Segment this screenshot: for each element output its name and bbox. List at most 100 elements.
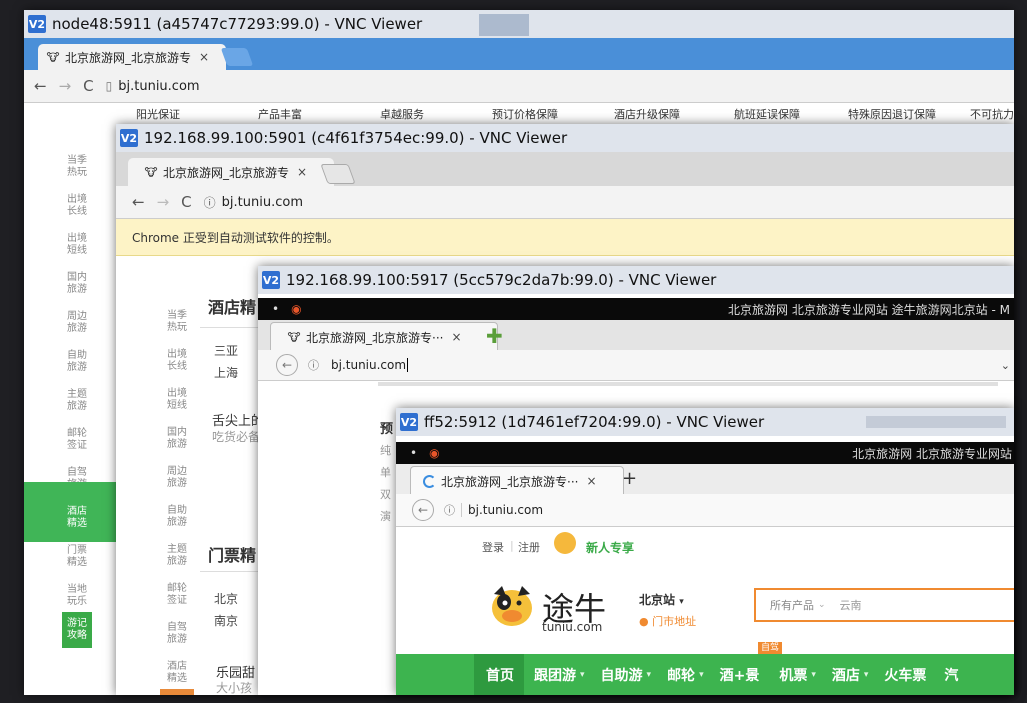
search-input[interactable]: 云南 (840, 597, 862, 613)
sidebar-item[interactable]: 自驾 旅游 (164, 622, 190, 646)
search-box[interactable]: 所有产品 ⌄ 云南 (754, 588, 1014, 622)
new-user-mascot-icon (554, 532, 576, 554)
sidebar-item[interactable]: 主题 旅游 (64, 389, 90, 413)
sidebar-item[interactable]: 出境 短线 (164, 388, 190, 412)
chevron-down-icon: ▾ (811, 669, 816, 680)
page-icon: ▯ (105, 79, 113, 93)
sidebar-item[interactable]: 国内 旅游 (164, 427, 190, 451)
city-link[interactable]: 上海 (214, 364, 238, 381)
sidebar-item[interactable]: 邮轮 签证 (164, 583, 190, 607)
vnc-title-text: 192.168.99.100:5901 (c4f61f3754ec:99.0) … (144, 129, 568, 147)
login-link[interactable]: 登录 (482, 539, 504, 555)
service-item: 特殊原因退订保障 (848, 108, 936, 121)
self-drive-badge: 自驾 (758, 642, 783, 654)
sidebar-item[interactable]: 出境 短线 (64, 233, 90, 257)
register-link[interactable]: 注册 (518, 539, 540, 555)
vnc-title-bar[interactable]: V2 192.168.99.100:5901 (c4f61f3754ec:99.… (116, 124, 1014, 160)
city-link[interactable]: 三亚 (214, 342, 238, 359)
nav-item-hotels[interactable]: 酒店 (832, 665, 860, 685)
toolbar: ← → C ▯ bj.tuniu.com (24, 70, 1014, 103)
sidebar-item[interactable]: 自助 旅游 (164, 505, 190, 529)
browser-tab[interactable]: 🐮 北京旅游网_北京旅游专 × (38, 44, 226, 70)
content-char: 双 (380, 488, 391, 501)
content-char: 预 (380, 422, 394, 437)
tab-title: 北京旅游网_北京旅游专··· (306, 330, 444, 345)
forward-icon[interactable]: → (157, 193, 170, 211)
sidebar-item[interactable]: 自助 旅游 (64, 350, 90, 374)
new-tab-plus-icon[interactable]: ✚ (486, 324, 503, 348)
vnc-title-bar[interactable]: V2 192.168.99.100:5917 (5cc579c2da7b:99.… (258, 266, 1014, 294)
nav-item-hotel-scenic[interactable]: 酒+景 (720, 665, 760, 685)
nav-item-cruise[interactable]: 邮轮 (667, 665, 695, 685)
firefox-icon: ◉ (291, 302, 302, 316)
back-icon[interactable]: ← (132, 193, 145, 211)
menu-dot-icon[interactable]: • (410, 446, 417, 460)
reload-icon[interactable]: C (181, 193, 191, 211)
sidebar-item-guide[interactable]: 游记 攻略 (64, 618, 90, 642)
tab-close-icon[interactable]: × (199, 50, 209, 64)
vnc-title-bar[interactable]: V2 ff52:5912 (1d7461ef7204:99.0) - VNC V… (396, 408, 1014, 436)
vnc-title-bar[interactable]: V2 node48:5911 (a45747c77293:99.0) - VNC… (24, 10, 1014, 47)
page-divider (200, 327, 260, 328)
address-bar[interactable]: bj.tuniu.com (468, 503, 543, 517)
address-bar[interactable]: bj.tuniu.com (118, 79, 199, 94)
info-icon: ⓘ (308, 359, 319, 372)
sidebar-item[interactable]: 主题 旅游 (164, 544, 190, 568)
vnc-title-text: 192.168.99.100:5917 (5cc579c2da7b:99.0) … (286, 271, 717, 289)
sidebar-item[interactable]: 酒店 精选 (164, 661, 190, 685)
nav-item-self-guided[interactable]: 自助游 (601, 665, 643, 685)
chevron-down-icon: ▾ (580, 669, 585, 680)
title-blur (866, 416, 1006, 428)
nav-item-flights[interactable]: 机票 (779, 665, 807, 685)
sidebar-item[interactable]: 邮轮 签证 (64, 428, 90, 452)
vnc-logo-icon: V2 (262, 271, 280, 289)
sidebar-item[interactable]: 周边 旅游 (64, 311, 90, 335)
sidebar-item[interactable]: 出境 长线 (164, 349, 190, 373)
location-pin-icon: ● (639, 615, 649, 628)
back-icon[interactable]: ← (34, 77, 47, 95)
city-link[interactable]: 南京 (214, 612, 238, 629)
text-cursor (407, 358, 409, 372)
sidebar-item-active[interactable]: 酒店 精选 (64, 506, 90, 530)
infobar-text: Chrome 正受到自动测试软件的控制。 (132, 230, 339, 245)
menu-dot-icon[interactable]: • (272, 302, 279, 316)
sidebar-item[interactable]: 出境 长线 (64, 194, 90, 218)
chevron-down-icon: ▾ (699, 669, 704, 680)
nav-item-home[interactable]: 首页 (486, 665, 514, 685)
sidebar-item[interactable]: 当地 玩乐 (64, 584, 90, 608)
browser-tab[interactable]: 北京旅游网_北京旅游专··· × (410, 466, 624, 495)
nav-item-bus[interactable]: 汽 (944, 665, 958, 685)
browser-tab[interactable]: 🐮 北京旅游网_北京旅游专··· × (270, 322, 498, 351)
city-link[interactable]: 北京 (214, 590, 238, 607)
tuniu-favicon-icon: 🐮 (287, 330, 301, 344)
reload-icon[interactable]: C (83, 77, 93, 95)
forward-icon[interactable]: → (59, 77, 72, 95)
sidebar-item[interactable]: 当季 热玩 (64, 155, 90, 179)
tab-close-icon[interactable]: × (451, 330, 461, 344)
nav-item-group-tour[interactable]: 跟团游 (534, 665, 576, 685)
toolbar: ← → C ⓘ bj.tuniu.com (116, 186, 1014, 219)
loading-spinner-icon (423, 474, 436, 488)
tab-close-icon[interactable]: × (586, 474, 596, 488)
sidebar-item[interactable]: 门票 精选 (64, 545, 90, 569)
dropdown-chevron-icon[interactable]: ⌄ (1001, 359, 1010, 372)
page-strip-blur (378, 382, 998, 386)
nav-item-train[interactable]: 火车票 (884, 665, 926, 685)
new-tab-plus-icon[interactable]: + (622, 468, 637, 489)
os-title-bar: • ◉ 北京旅游网 北京旅游专业网站 (396, 442, 1014, 464)
service-item: 卓越服务 (380, 108, 424, 121)
back-icon[interactable]: ← (412, 499, 434, 521)
store-address-link[interactable]: ● 门市地址 (639, 613, 696, 629)
back-icon[interactable]: ← (276, 354, 298, 376)
new-user-promo[interactable]: 新人专享 (586, 539, 634, 556)
sidebar-item[interactable]: 周边 旅游 (164, 466, 190, 490)
browser-tab[interactable]: 🐮 北京旅游网_北京旅游专 × (128, 158, 334, 186)
sidebar-item[interactable]: 国内 旅游 (64, 272, 90, 296)
tab-close-icon[interactable]: × (297, 165, 307, 179)
sidebar-item[interactable]: 当季 热玩 (164, 310, 190, 334)
address-bar[interactable]: bj.tuniu.com (222, 195, 303, 210)
toolbar: ← ⓘ bj.tuniu.com (396, 494, 1014, 527)
address-bar[interactable]: bj.tuniu.com (331, 358, 406, 372)
city-selector[interactable]: 北京站 ▾ (639, 591, 684, 608)
search-scope-select[interactable]: 所有产品 (770, 597, 814, 613)
